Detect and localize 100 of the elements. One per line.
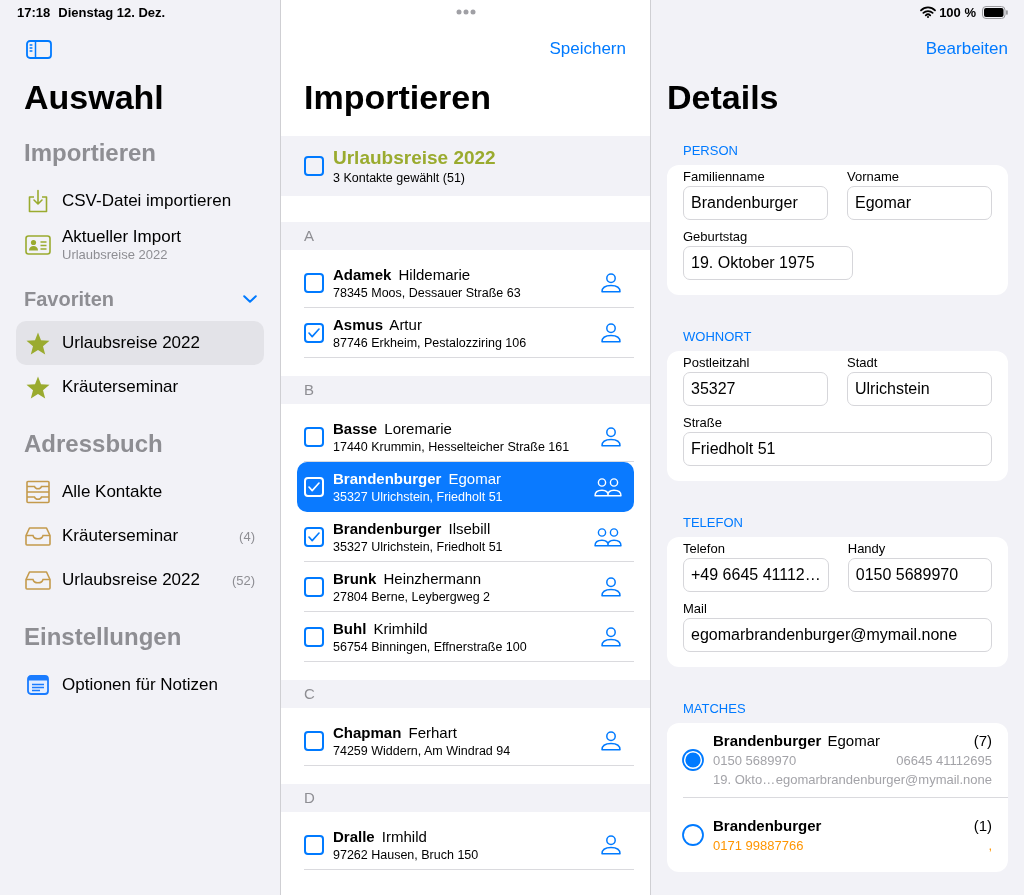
checkbox[interactable] (304, 576, 324, 597)
sidebar-icon[interactable] (26, 39, 52, 59)
section-header: A (281, 222, 650, 250)
match-detail: 19. Okto… (713, 771, 776, 789)
person-icon[interactable] (600, 576, 622, 597)
star-icon (26, 331, 50, 355)
checkmark-icon (308, 327, 320, 338)
field-label: Stadt (847, 355, 878, 371)
person-icon[interactable] (600, 322, 622, 343)
chevron-icon[interactable] (243, 295, 257, 303)
stacked-tray-icon (25, 480, 51, 504)
page-title: Auswahl (24, 77, 164, 118)
section-header: C (281, 680, 650, 708)
person-icon[interactable] (600, 626, 622, 647)
edit-button[interactable]: Bearbeiten (925, 38, 1008, 60)
input-field[interactable]: +49 6645 41112… (683, 558, 829, 592)
checkmark-icon (308, 481, 320, 492)
sidebar-item[interactable]: Aktueller Import Urlaubsreise 2022 (16, 223, 264, 267)
contact-name: Brunk Heinzhermann (333, 568, 482, 589)
checkbox[interactable] (304, 322, 324, 343)
radio-button[interactable] (682, 824, 704, 846)
match-detail: 0171 99887766 (713, 836, 804, 855)
person-icon[interactable] (600, 272, 622, 293)
status-time: 17:18 (17, 4, 51, 20)
item-count: (4) (239, 528, 255, 544)
sidebar-item[interactable]: CSV-Datei importieren (16, 179, 264, 223)
checkbox[interactable] (304, 426, 324, 447)
people-icon[interactable] (594, 476, 622, 497)
input-field[interactable]: Brandenburger (683, 186, 828, 220)
match-name: Brandenburger Egomar (713, 731, 881, 751)
field-label: Handy (847, 541, 886, 557)
page-title: Details (667, 77, 779, 118)
radio-button[interactable] (682, 749, 704, 771)
person-icon[interactable] (600, 834, 622, 855)
input-field[interactable]: 0150 5689970 (847, 558, 992, 592)
contact-address: 97262 Hausen, Bruch 150 (333, 846, 479, 863)
contact-row[interactable]: Buhl Krimhild 56754 Binningen, Effnerstraße 100 (297, 612, 634, 662)
input-field[interactable]: egomarbrandenburger@mymail.none (683, 618, 992, 652)
contact-address: 35327 Ulrichstein, Friedholt 51 (333, 488, 503, 505)
contact-name: Chapman Ferhart (333, 722, 457, 743)
battery-percentage: 100 % (939, 4, 976, 20)
field-label: Vorname (847, 169, 900, 185)
item-label: Urlaubsreise 2022 (62, 333, 200, 353)
section-header: Einstellungen (24, 622, 182, 652)
group-title: Urlaubsreise 2022 (333, 146, 496, 170)
checkbox[interactable] (304, 834, 324, 855)
sidebar-item[interactable]: Urlaubsreise 2022 (52) (16, 558, 264, 602)
input-field[interactable]: Ulrichstein (847, 372, 992, 406)
field-label: Familienname (683, 169, 765, 185)
contact-row[interactable]: Brandenburger Ilsebill 35327 Ulrichstein, Friedholt 51 (297, 512, 634, 562)
contact-address: 56754 Binningen, Effnerstraße 100 (333, 638, 527, 655)
input-field[interactable]: 19. Oktober 1975 (683, 246, 853, 280)
sidebar-item[interactable]: Kräuterseminar (16, 365, 264, 409)
contact-name: Dralle Irmhild (333, 826, 427, 847)
section-header: D (281, 784, 650, 812)
item-label: Aktueller Import (62, 227, 182, 247)
match-detail: 06645 41112695 (896, 752, 992, 770)
sidebar-item[interactable]: Kräuterseminar (4) (16, 514, 264, 558)
input-field[interactable]: Friedholt 51 (683, 432, 992, 466)
section-header: PERSON (683, 143, 738, 159)
contact-row[interactable]: Dralle Irmhild 97262 Hausen, Bruch 150 (297, 820, 634, 870)
contact-name: Adamek Hildemarie (333, 264, 471, 285)
star-icon (26, 375, 50, 399)
sidebar-item[interactable]: Optionen für Notizen (16, 663, 264, 707)
contact-row[interactable]: Brandenburger Egomar 35327 Ulrichstein, Friedholt 51 (297, 462, 634, 512)
contact-address: 17440 Krummin, Hesselteicher Straße 161 (333, 438, 570, 455)
dots-icon[interactable] (455, 9, 476, 15)
checkbox[interactable] (304, 730, 324, 751)
checkbox[interactable] (304, 156, 324, 176)
input-field[interactable]: Egomar (847, 186, 992, 220)
item-label: Optionen für Notizen (62, 675, 218, 695)
contact-row[interactable]: Chapman Ferhart 74259 Widdern, Am Windrad 94 (297, 716, 634, 766)
contact-name: Asmus Artur (333, 314, 422, 335)
sidebar-item[interactable]: Alle Kontakte (16, 470, 264, 514)
field-label: Postleitzahl (683, 355, 750, 371)
page-title: Importieren (304, 77, 492, 118)
contact-row[interactable]: Asmus Artur 87746 Erkheim, Pestalozziring 106 (297, 308, 634, 358)
sidebar-item[interactable]: Urlaubsreise 2022 (16, 321, 264, 365)
item-count: (52) (231, 572, 255, 588)
field-label: Mail (683, 601, 707, 617)
person-icon[interactable] (600, 730, 622, 751)
section-header: WOHNORT (683, 329, 752, 345)
save-button[interactable]: Speichern (549, 38, 626, 60)
contact-row[interactable]: Adamek Hildemarie 78345 Moos, Dessauer Straße 63 (297, 258, 634, 308)
match-detail: egomarbrandenburger@mymail.none (775, 771, 992, 789)
input-field[interactable]: 35327 (683, 372, 828, 406)
checkmark-icon (308, 531, 320, 542)
checkbox[interactable] (304, 626, 324, 647)
contact-name: Basse Loremarie (333, 418, 452, 439)
status-date: Dienstag 12. Dez. (58, 4, 166, 20)
people-icon[interactable] (594, 526, 622, 547)
contact-address: 78345 Moos, Dessauer Straße 63 (333, 284, 521, 301)
contact-row[interactable]: Brunk Heinzhermann 27804 Berne, Leybergweg 2 (297, 562, 634, 612)
section-header: MATCHES (683, 701, 746, 717)
match-count: (1) (973, 815, 992, 836)
item-label: CSV-Datei importieren (62, 191, 232, 211)
checkbox[interactable] (304, 526, 324, 547)
checkbox[interactable] (304, 272, 324, 293)
section-header: B (281, 376, 650, 404)
person-icon[interactable] (600, 426, 622, 447)
